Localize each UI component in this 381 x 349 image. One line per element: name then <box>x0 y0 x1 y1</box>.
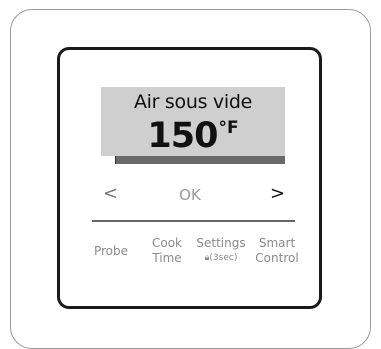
settings-hold-hint: 🔒︎(3sec) <box>193 251 249 266</box>
smart-control-label-line1: Smart <box>258 236 296 250</box>
progress-fill <box>101 156 116 164</box>
divider <box>92 220 295 222</box>
ok-button[interactable]: OK <box>160 186 220 204</box>
lcd-display: Air sous vide 150°F <box>101 87 285 164</box>
settings-label: Settings <box>196 236 246 250</box>
probe-label: Probe <box>93 244 129 258</box>
cook-time-label-line2: Time <box>152 251 182 265</box>
smart-control-button[interactable]: Smart Control <box>249 236 305 266</box>
settings-hold-text: (3sec) <box>209 253 238 263</box>
cook-time-button[interactable]: Cook Time <box>139 236 195 266</box>
temperature-readout: 150°F <box>101 116 285 156</box>
settings-button[interactable]: Settings 🔒︎(3sec) <box>193 236 249 266</box>
probe-button[interactable]: Probe <box>83 244 139 259</box>
temperature-unit: °F <box>218 118 239 138</box>
temperature-value: 150 <box>147 116 218 156</box>
cooking-mode-label: Air sous vide <box>133 91 252 113</box>
left-arrow-button[interactable]: < <box>103 183 118 204</box>
smart-control-label-line2: Control <box>255 251 299 265</box>
cook-time-label-line1: Cook <box>151 236 182 250</box>
right-arrow-button[interactable]: > <box>270 183 285 204</box>
progress-bar <box>101 156 285 164</box>
